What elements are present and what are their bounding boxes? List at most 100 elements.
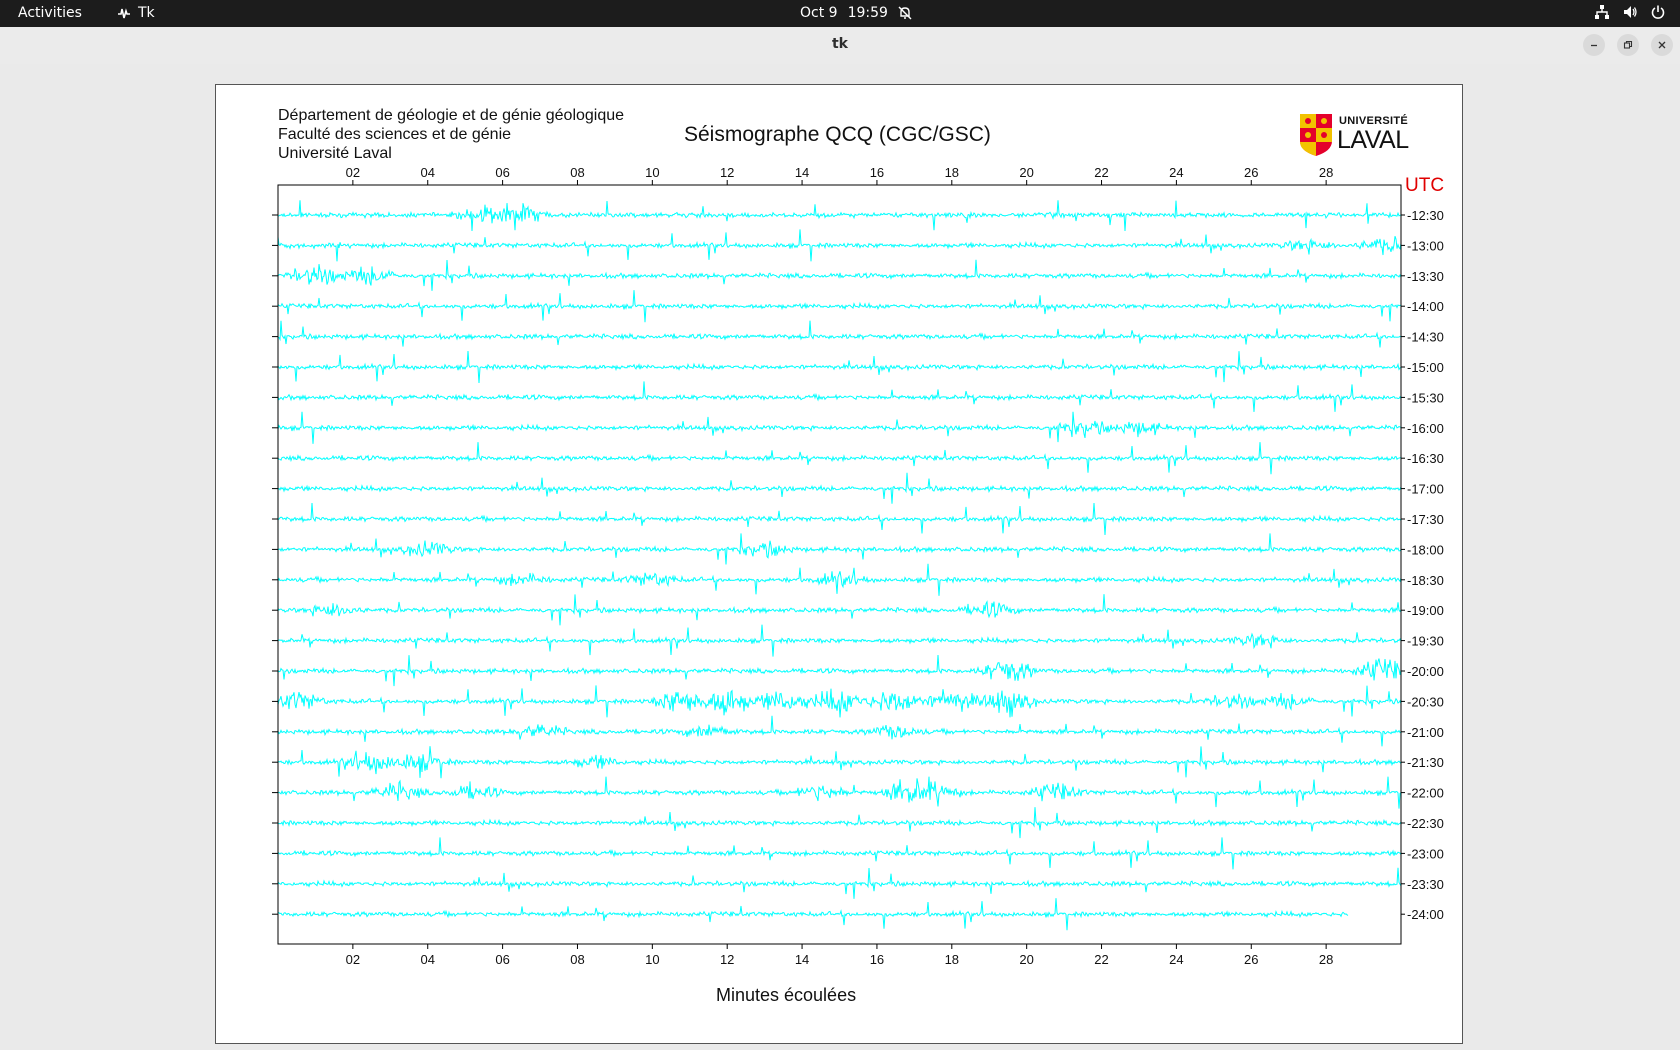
seismic-trace <box>277 563 1402 596</box>
seismic-trace <box>277 200 1402 232</box>
seismic-trace <box>277 837 1402 870</box>
x-tick-label-bottom: 12 <box>720 952 734 967</box>
x-tick-label-bottom: 16 <box>870 952 884 967</box>
seismic-trace <box>277 472 1402 504</box>
row-time-label: -23:00 <box>1407 846 1444 861</box>
minimize-button[interactable] <box>1583 34 1605 56</box>
notifications-muted-icon <box>898 6 912 20</box>
top-bar: Activities Tk Oct 9 19:59 <box>0 0 1680 27</box>
seismic-trace <box>277 715 1402 747</box>
clock-time: 19:59 <box>847 5 888 21</box>
x-tick-label-top: 14 <box>795 165 809 180</box>
seismic-trace <box>277 533 1402 565</box>
x-tick-label-bottom: 04 <box>420 952 434 967</box>
seismic-trace <box>277 654 1402 687</box>
volume-icon <box>1624 6 1637 18</box>
row-time-label: -17:00 <box>1407 482 1444 497</box>
x-tick-label-bottom: 02 <box>346 952 360 967</box>
x-tick-label-top: 24 <box>1169 165 1183 180</box>
network-icon <box>1595 5 1609 19</box>
activities-button[interactable]: Activities <box>18 5 82 21</box>
app-name: Tk <box>138 5 155 21</box>
row-time-label: -12:30 <box>1407 208 1444 223</box>
seismic-trace <box>277 898 1349 931</box>
seismic-trace <box>277 594 1402 626</box>
seismic-trace <box>277 290 1402 323</box>
row-time-label: -21:00 <box>1407 725 1444 740</box>
x-tick-label-top: 06 <box>495 165 509 180</box>
x-tick-label-top: 28 <box>1319 165 1333 180</box>
row-time-label: -16:00 <box>1407 421 1444 436</box>
row-time-label: -18:00 <box>1407 542 1444 557</box>
seismic-trace <box>277 746 1402 779</box>
row-time-label: -24:00 <box>1407 907 1444 922</box>
x-tick-label-bottom: 22 <box>1094 952 1108 967</box>
plot-frame <box>277 184 1402 945</box>
row-time-label: -14:00 <box>1407 299 1444 314</box>
seismic-trace <box>277 685 1402 718</box>
seismic-trace <box>277 442 1402 475</box>
system-tray[interactable] <box>1594 4 1666 20</box>
seismic-trace <box>277 320 1402 348</box>
tk-app-icon <box>118 8 130 19</box>
x-tick-label-bottom: 20 <box>1019 952 1033 967</box>
row-time-label: -20:00 <box>1407 664 1444 679</box>
x-tick-label-bottom: 08 <box>570 952 584 967</box>
x-tick-label-top: 16 <box>870 165 884 180</box>
row-time-label: -19:00 <box>1407 603 1444 618</box>
app-menu[interactable]: Tk <box>116 5 155 21</box>
row-time-label: -22:00 <box>1407 786 1444 801</box>
row-time-label: -13:00 <box>1407 238 1444 253</box>
close-icon <box>1658 41 1666 49</box>
seismogram-panel: Département de géologie et de génie géol… <box>215 84 1463 1044</box>
x-tick-label-bottom: 14 <box>795 952 809 967</box>
row-time-label: -18:30 <box>1407 573 1444 588</box>
row-time-label: -15:00 <box>1407 360 1444 375</box>
row-time-label: -16:30 <box>1407 451 1444 466</box>
seismic-trace <box>277 259 1402 291</box>
row-time-label: -14:30 <box>1407 330 1444 345</box>
x-tick-label-bottom: 24 <box>1169 952 1183 967</box>
x-tick-label-top: 12 <box>720 165 734 180</box>
seismic-trace <box>277 381 1402 412</box>
row-time-label: -15:30 <box>1407 390 1444 405</box>
x-tick-label-bottom: 28 <box>1319 952 1333 967</box>
seismic-trace <box>277 624 1402 657</box>
seismic-trace <box>277 350 1402 384</box>
row-time-label: -21:30 <box>1407 755 1444 770</box>
close-button[interactable] <box>1651 34 1673 56</box>
row-time-label: -17:30 <box>1407 512 1444 527</box>
x-tick-label-top: 26 <box>1244 165 1258 180</box>
seismic-trace <box>277 807 1402 839</box>
x-tick-label-top: 08 <box>570 165 584 180</box>
row-time-label: -23:30 <box>1407 877 1444 892</box>
seismic-trace <box>277 411 1402 444</box>
x-tick-label-bottom: 10 <box>645 952 659 967</box>
seismic-trace <box>278 776 1402 809</box>
window-title: tk <box>831 36 848 52</box>
power-icon <box>1651 5 1665 19</box>
restore-button[interactable] <box>1617 34 1639 56</box>
x-tick-label-top: 18 <box>945 165 959 180</box>
row-time-label: -20:30 <box>1407 694 1444 709</box>
x-tick-label-top: 02 <box>346 165 360 180</box>
seismic-trace <box>277 867 1402 899</box>
clock-date: Oct 9 <box>800 5 838 21</box>
clock[interactable]: Oct 9 19:59 <box>800 5 912 21</box>
row-time-label: -19:30 <box>1407 634 1444 649</box>
x-tick-label-bottom: 18 <box>945 952 959 967</box>
seismic-trace <box>277 502 1402 536</box>
x-tick-label-top: 04 <box>420 165 434 180</box>
x-tick-label-bottom: 06 <box>495 952 509 967</box>
x-tick-label-bottom: 26 <box>1244 952 1258 967</box>
row-time-label: -13:30 <box>1407 269 1444 284</box>
seismic-trace <box>277 229 1402 262</box>
x-tick-label-top: 10 <box>645 165 659 180</box>
seismogram-plot: 02 02 04 04 06 06 08 08 10 10 12 12 14 14 16 16 18 18 20 20… <box>272 165 1444 967</box>
row-time-label: -22:30 <box>1407 816 1444 831</box>
x-tick-label-top: 22 <box>1094 165 1108 180</box>
minimize-icon <box>1591 44 1597 47</box>
x-tick-label-top: 20 <box>1019 165 1033 180</box>
window-titlebar[interactable]: tk <box>0 27 1680 65</box>
restore-icon <box>1623 40 1633 49</box>
